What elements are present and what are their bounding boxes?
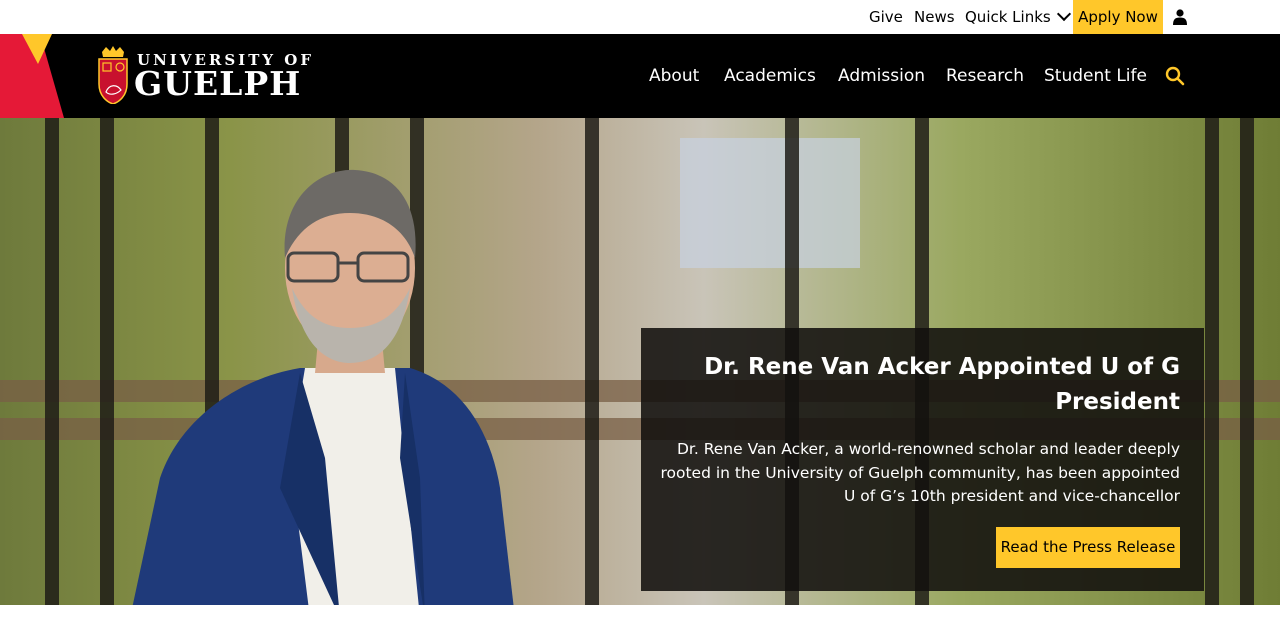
quick-links-dropdown[interactable]: Quick Links bbox=[965, 0, 1071, 34]
nav-academics[interactable]: Academics bbox=[724, 34, 816, 118]
hero-title: Dr. Rene Van Acker Appointed U of G Pres… bbox=[704, 354, 1180, 415]
hero-banner: Dr. Rene Van Acker Appointed U of G Pres… bbox=[0, 118, 1280, 605]
background-post bbox=[1205, 118, 1219, 605]
university-logo[interactable]: UNIVERSITY OF GUELPH bbox=[97, 46, 311, 106]
give-link[interactable]: Give bbox=[869, 0, 903, 34]
background-post bbox=[1240, 118, 1254, 605]
nav-about[interactable]: About bbox=[649, 34, 699, 118]
background-post bbox=[585, 118, 599, 605]
utility-bar: Give News Quick Links Apply Now bbox=[0, 0, 1280, 34]
nav-student-life[interactable]: Student Life bbox=[1044, 34, 1147, 118]
search-icon bbox=[1165, 66, 1185, 86]
search-button[interactable] bbox=[1165, 66, 1185, 86]
background-post bbox=[45, 118, 59, 605]
background-window bbox=[680, 138, 860, 268]
user-icon bbox=[1173, 9, 1187, 25]
news-link[interactable]: News bbox=[914, 0, 955, 34]
brand-accent-shape bbox=[0, 34, 64, 118]
chevron-down-icon bbox=[1056, 6, 1071, 22]
logo-line-2: GUELPH bbox=[134, 64, 302, 103]
president-portrait bbox=[132, 169, 514, 605]
hero-news-card: Dr. Rene Van Acker Appointed U of G Pres… bbox=[641, 328, 1204, 591]
hero-description: Dr. Rene Van Acker, a world-renowned sch… bbox=[660, 440, 1180, 505]
quick-links-label: Quick Links bbox=[965, 8, 1051, 26]
read-press-release-button[interactable]: Read the Press Release bbox=[996, 527, 1180, 568]
nav-admission[interactable]: Admission bbox=[838, 34, 925, 118]
background-post bbox=[100, 118, 114, 605]
apply-now-button[interactable]: Apply Now bbox=[1073, 0, 1163, 34]
main-header: UNIVERSITY OF GUELPH About Academics Adm… bbox=[0, 34, 1280, 118]
nav-research[interactable]: Research bbox=[946, 34, 1024, 118]
crest-icon bbox=[98, 46, 128, 104]
user-account-button[interactable] bbox=[1170, 0, 1190, 34]
